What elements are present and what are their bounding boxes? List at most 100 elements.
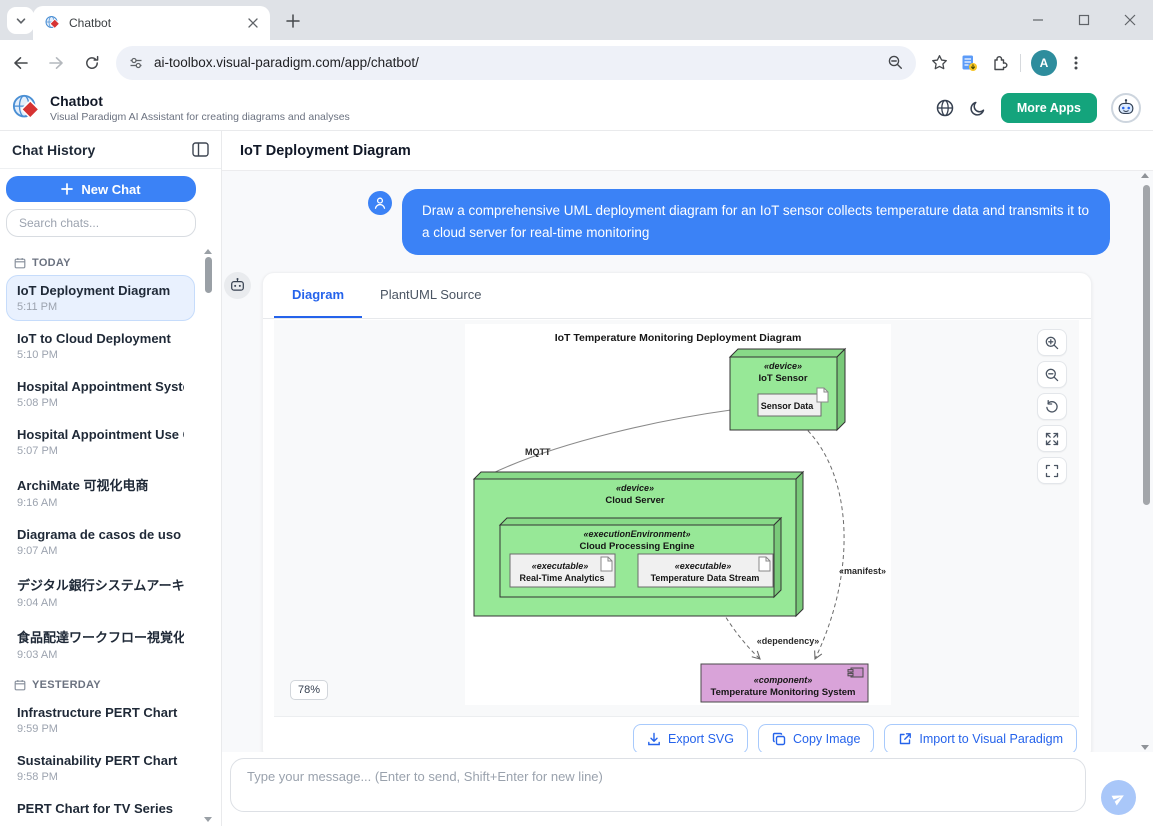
chat-item[interactable]: Hospital Appointment Use C... 5:07 PM <box>6 419 195 465</box>
uml-deployment-diagram: IoT Temperature Monitoring Deployment Di… <box>465 324 891 705</box>
window-maximize-button[interactable] <box>1061 0 1107 40</box>
chat-item-time: 9:03 AM <box>17 649 184 661</box>
bookmark-star-icon[interactable] <box>924 48 954 78</box>
node-name: Temperature Monitoring System <box>711 687 856 698</box>
export-svg-button[interactable]: Export SVG <box>633 724 748 752</box>
fullscreen-button[interactable] <box>1037 457 1067 484</box>
chat-item[interactable]: IoT to Cloud Deployment 5:10 PM <box>6 323 195 369</box>
new-tab-button[interactable] <box>281 9 305 33</box>
extensions-icon[interactable] <box>984 48 1014 78</box>
chat-item-title: 食品配達ワークフロー視覚化 <box>17 627 184 646</box>
node-name: IoT Sensor <box>758 373 807 384</box>
collapse-panel-icon[interactable] <box>192 142 209 157</box>
new-chat-button[interactable]: New Chat <box>6 176 196 202</box>
diagram-zoom-controls <box>1037 329 1067 484</box>
stereotype-label: «executable» <box>675 561 732 571</box>
search-chats-input[interactable] <box>6 209 196 237</box>
chat-item-time: 9:07 AM <box>17 545 184 557</box>
calendar-icon <box>14 679 26 691</box>
send-button[interactable] <box>1101 780 1136 815</box>
browser-menu-icon[interactable] <box>1061 48 1091 78</box>
chat-item[interactable]: 食品配達ワークフロー視覚化 9:03 AM <box>6 619 195 669</box>
chat-item-time: 5:11 PM <box>17 301 184 313</box>
scrollbar-thumb[interactable] <box>1143 185 1150 505</box>
import-to-visual-paradigm-button[interactable]: Import to Visual Paradigm <box>884 724 1077 752</box>
chat-item[interactable]: Hospital Appointment System 5:08 PM <box>6 371 195 417</box>
reload-icon <box>84 55 100 71</box>
chat-item[interactable]: Diagrama de casos de uso bi... 9:07 AM <box>6 519 195 565</box>
browser-toolbar: ai-toolbox.visual-paradigm.com/app/chatb… <box>0 40 1153 85</box>
app-header: Chatbot Visual Paradigm AI Assistant for… <box>0 85 1153 131</box>
copy-image-button[interactable]: Copy Image <box>758 724 874 752</box>
tab-search-button[interactable] <box>7 7 34 34</box>
chat-item[interactable]: デジタル銀行システムアーキ... 9:04 AM <box>6 567 195 617</box>
chat-item[interactable]: Sustainability PERT Chart 9:58 PM <box>6 745 195 791</box>
artifact-name: Sensor Data <box>761 401 815 411</box>
diagram-image: IoT Temperature Monitoring Deployment Di… <box>465 324 891 705</box>
expand-arrows-icon <box>1044 431 1060 447</box>
tab-plantuml-source[interactable]: PlantUML Source <box>362 273 499 318</box>
more-apps-button[interactable]: More Apps <box>1001 93 1097 123</box>
sidebar-title: Chat History <box>12 142 95 158</box>
scroll-down-arrow[interactable] <box>1141 745 1149 750</box>
forward-arrow-icon <box>48 55 65 71</box>
reload-button[interactable] <box>76 47 108 79</box>
chat-item-time: 9:59 PM <box>17 723 184 735</box>
address-bar[interactable]: ai-toolbox.visual-paradigm.com/app/chatb… <box>116 46 916 80</box>
diagram-title: IoT Temperature Monitoring Deployment Di… <box>555 332 802 344</box>
chevron-down-icon <box>15 15 27 27</box>
dark-mode-moon-icon[interactable] <box>969 99 987 117</box>
chat-item-time: 9:04 AM <box>17 597 184 609</box>
browser-profile-avatar[interactable]: A <box>1031 50 1057 76</box>
chat-item[interactable]: ArchiMate 可视化电商 9:16 AM <box>6 467 195 517</box>
external-link-icon <box>898 732 912 746</box>
sidebar-scrollbar[interactable] <box>204 249 213 822</box>
manifest-label: «manifest» <box>839 566 886 576</box>
zoom-out-button[interactable] <box>1037 361 1067 388</box>
chat-item[interactable]: Infrastructure PERT Chart 9:59 PM <box>6 697 195 743</box>
bot-avatar <box>224 272 251 299</box>
node-processing-engine: «executionEnvironment» Cloud Processing … <box>500 518 781 597</box>
window-minimize-button[interactable] <box>1015 0 1061 40</box>
robot-icon <box>229 277 246 294</box>
forward-button[interactable] <box>40 47 72 79</box>
language-globe-icon[interactable] <box>935 98 955 118</box>
message-input[interactable] <box>230 758 1086 812</box>
artifact-name: Real-Time Analytics <box>519 573 604 583</box>
chat-area: Draw a comprehensive UML deployment diag… <box>222 171 1153 752</box>
diagram-action-buttons: Export SVG Copy Image Import to Visual P… <box>633 724 1077 752</box>
chat-item[interactable]: IoT Deployment Diagram 5:11 PM <box>6 275 195 321</box>
diagram-tabs: Diagram PlantUML Source <box>263 273 1091 319</box>
browser-tab[interactable]: Chatbot <box>33 6 270 40</box>
chat-item[interactable]: PERT Chart for TV Series <box>6 793 195 826</box>
back-button[interactable] <box>4 47 36 79</box>
node-name: Cloud Server <box>605 495 664 506</box>
scrollbar-thumb[interactable] <box>205 257 212 293</box>
page-scrollbar[interactable] <box>1141 173 1152 750</box>
zoom-in-button[interactable] <box>1037 329 1067 356</box>
user-message-bubble: Draw a comprehensive UML deployment diag… <box>402 189 1110 255</box>
scroll-down-arrow[interactable] <box>204 817 212 822</box>
send-plane-icon <box>1111 790 1127 806</box>
button-label: Import to Visual Paradigm <box>919 732 1063 746</box>
tab-close-icon[interactable] <box>244 14 262 32</box>
fit-expand-button[interactable] <box>1037 425 1067 452</box>
reading-mode-icon[interactable] <box>954 48 984 78</box>
new-chat-label: New Chat <box>81 182 140 197</box>
assistant-avatar[interactable] <box>1111 93 1141 123</box>
toolbar-right: A <box>924 48 1091 78</box>
scroll-up-arrow[interactable] <box>1141 173 1149 178</box>
scroll-up-arrow[interactable] <box>204 249 212 254</box>
window-close-button[interactable] <box>1107 0 1153 40</box>
chat-item-title: PERT Chart for TV Series <box>17 801 184 816</box>
window-controls <box>1015 0 1153 40</box>
tab-diagram[interactable]: Diagram <box>274 273 362 318</box>
diagram-canvas[interactable]: IoT Temperature Monitoring Deployment Di… <box>274 320 1079 717</box>
reset-view-button[interactable] <box>1037 393 1067 420</box>
zoom-page-icon[interactable] <box>887 54 904 71</box>
browser-tab-strip: Chatbot <box>0 0 1153 40</box>
app-title-block: Chatbot Visual Paradigm AI Assistant for… <box>50 93 350 123</box>
stereotype-label: «executionEnvironment» <box>583 529 690 539</box>
section-label: TODAY <box>32 257 71 269</box>
chat-item-title: Infrastructure PERT Chart <box>17 705 184 720</box>
